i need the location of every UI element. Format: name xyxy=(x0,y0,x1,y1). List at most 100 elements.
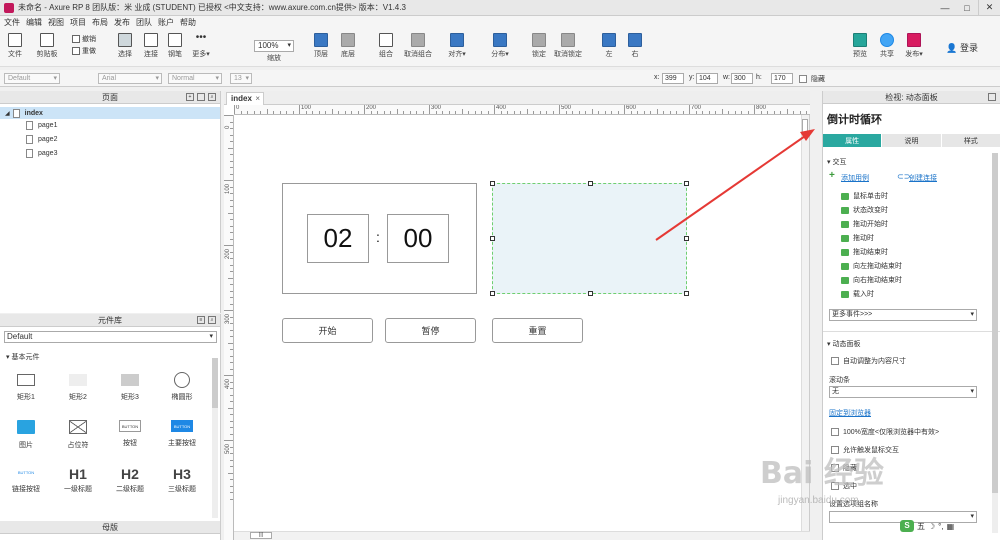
widget-primary-button[interactable]: BUTTON 主要按钮 xyxy=(162,420,202,448)
tab-notes[interactable]: 说明 xyxy=(882,134,942,147)
page-item-page3[interactable]: page3 xyxy=(26,149,57,158)
masters-header[interactable]: 母版 xyxy=(0,521,220,534)
library-section[interactable]: ▾ 基本元件 xyxy=(6,352,39,362)
event-drag[interactable]: 拖动时 xyxy=(841,233,874,243)
widget-ellipse[interactable]: 椭圆形 xyxy=(162,372,202,402)
more-button[interactable]: ••• 更多▾ xyxy=(186,33,216,59)
ungroup-button[interactable]: 取消组合 xyxy=(403,33,433,59)
search-icon[interactable]: ⌕ xyxy=(208,316,216,324)
login-button[interactable]: 👤 登录 xyxy=(946,41,978,54)
full-width-checkbox[interactable]: 100%宽度<仅限浏览器中有效> xyxy=(831,427,939,437)
resize-handle[interactable] xyxy=(490,291,495,296)
minutes-display[interactable]: 02 xyxy=(307,214,369,263)
widget-placeholder[interactable]: 占位符 xyxy=(58,420,98,450)
unlock-button[interactable]: 取消锁定 xyxy=(553,33,583,59)
resize-handle[interactable] xyxy=(588,291,593,296)
add-case-link[interactable]: 添加用例 xyxy=(841,173,869,183)
minimize-icon[interactable]: — xyxy=(934,0,956,15)
resize-handle[interactable] xyxy=(684,291,689,296)
seconds-display[interactable]: 00 xyxy=(387,214,449,263)
widget-link-button[interactable]: BUTTON 链接按钮 xyxy=(6,466,46,494)
pin-to-browser-link[interactable]: 固定到浏览器 xyxy=(829,408,871,418)
dynamic-panel-countdown[interactable] xyxy=(490,181,689,296)
maximize-icon[interactable]: □ xyxy=(956,0,978,15)
close-tab-icon[interactable]: × xyxy=(255,93,260,105)
tab-index[interactable]: index × xyxy=(226,92,264,105)
group-button[interactable]: 组合 xyxy=(371,33,401,59)
library-select[interactable]: Default xyxy=(4,331,217,343)
scrollbar-select[interactable]: 无 xyxy=(829,386,977,398)
event-state-change[interactable]: 状态改变时 xyxy=(841,205,888,215)
menu-publish[interactable]: 发布 xyxy=(114,17,130,28)
create-link-link[interactable]: 创建连接 xyxy=(909,173,937,183)
widget-name-field[interactable]: 倒计时循环 xyxy=(827,111,882,127)
event-onclick[interactable]: 鼠标单击时 xyxy=(841,191,888,201)
widget-rect3[interactable]: 矩形3 xyxy=(110,374,150,402)
send-back-button[interactable]: 底层 xyxy=(333,33,363,59)
widget-h1[interactable]: H1 一级标题 xyxy=(58,466,98,494)
more-events-select[interactable]: 更多事件>>> xyxy=(829,309,977,321)
distribute-button[interactable]: 分布▾ xyxy=(485,33,515,59)
search-icon[interactable]: ⌕ xyxy=(208,93,216,101)
publish-button[interactable]: 发布▾ xyxy=(899,33,929,59)
dynamic-panel-section[interactable]: ▾ 动态面板 xyxy=(827,339,860,349)
share-button[interactable]: 共享 xyxy=(872,33,902,59)
redo-button[interactable]: 重做 xyxy=(72,46,96,56)
weight-select[interactable]: Normal xyxy=(168,73,222,84)
undo-button[interactable]: 撤销 xyxy=(72,34,96,44)
zoom-select[interactable]: 100% xyxy=(254,40,294,52)
event-swipe-left[interactable]: 向左拖动结束时 xyxy=(841,261,902,271)
ime-mode[interactable]: 五 xyxy=(917,521,925,532)
library-scrollbar[interactable] xyxy=(212,358,218,518)
w-field[interactable]: 300 xyxy=(731,73,753,84)
pause-button[interactable]: 暂停 xyxy=(385,318,476,343)
menu-account[interactable]: 账户 xyxy=(158,17,174,28)
resize-handle[interactable] xyxy=(490,181,495,186)
event-onload[interactable]: 载入时 xyxy=(841,289,874,299)
menu-layout[interactable]: 布局 xyxy=(92,17,108,28)
tab-style[interactable]: 样式 xyxy=(941,134,1000,147)
inspector-scrollbar[interactable] xyxy=(992,153,998,533)
widget-button[interactable]: BUTTON 按钮 xyxy=(110,420,150,448)
canvas-horizontal-scrollbar[interactable]: ||| xyxy=(234,531,810,540)
add-page-icon[interactable]: + xyxy=(186,93,194,101)
y-field[interactable]: 104 xyxy=(696,73,718,84)
menu-view[interactable]: 视图 xyxy=(48,17,64,28)
widget-h3[interactable]: H3 三级标题 xyxy=(162,466,202,494)
event-drag-start[interactable]: 拖动开始时 xyxy=(841,219,888,229)
menu-team[interactable]: 团队 xyxy=(136,17,152,28)
widget-h2[interactable]: H2 二级标题 xyxy=(110,466,150,494)
right-button[interactable]: 右 xyxy=(620,33,650,59)
start-button[interactable]: 开始 xyxy=(282,318,373,343)
menu-file[interactable]: 文件 xyxy=(4,17,20,28)
font-select[interactable]: Arial xyxy=(98,73,162,84)
close-icon[interactable]: ✕ xyxy=(978,0,1000,15)
clipboard-button[interactable]: 剪贴板 xyxy=(32,33,62,59)
auto-fit-checkbox[interactable]: 自动调整为内容尺寸 xyxy=(831,356,906,366)
size-select[interactable]: 13 xyxy=(230,73,252,84)
h-field[interactable]: 170 xyxy=(771,73,793,84)
interaction-section[interactable]: ▾ 交互 xyxy=(827,157,846,167)
page-item-index[interactable]: ◢ index xyxy=(0,107,220,119)
add-folder-icon[interactable] xyxy=(197,93,205,101)
page-item-page1[interactable]: page1 xyxy=(26,121,57,130)
reset-button[interactable]: 重置 xyxy=(492,318,583,343)
bring-front-button[interactable]: 顶层 xyxy=(306,33,336,59)
lock-button[interactable]: 锁定 xyxy=(524,33,554,59)
menu-icon[interactable]: ≡ xyxy=(197,316,205,324)
resize-handle[interactable] xyxy=(588,181,593,186)
tab-properties[interactable]: 属性 xyxy=(823,134,883,147)
design-stage[interactable]: 02 : 00 开始 暂停 重置 xyxy=(234,116,810,540)
widget-rect2[interactable]: 矩形2 xyxy=(58,374,98,402)
widget-image[interactable]: 图片 xyxy=(6,420,46,450)
menu-help[interactable]: 帮助 xyxy=(180,17,196,28)
x-field[interactable]: 399 xyxy=(662,73,684,84)
preview-button[interactable]: 预览 xyxy=(845,33,875,59)
timer-container[interactable]: 02 : 00 xyxy=(282,183,477,294)
event-swipe-right[interactable]: 向右拖动结束时 xyxy=(841,275,902,285)
menu-project[interactable]: 项目 xyxy=(70,17,86,28)
menu-edit[interactable]: 编辑 xyxy=(26,17,42,28)
widget-rect1[interactable]: 矩形1 xyxy=(6,374,46,402)
style-select[interactable]: Default xyxy=(4,73,60,84)
event-drag-drop[interactable]: 拖动结束时 xyxy=(841,247,888,257)
